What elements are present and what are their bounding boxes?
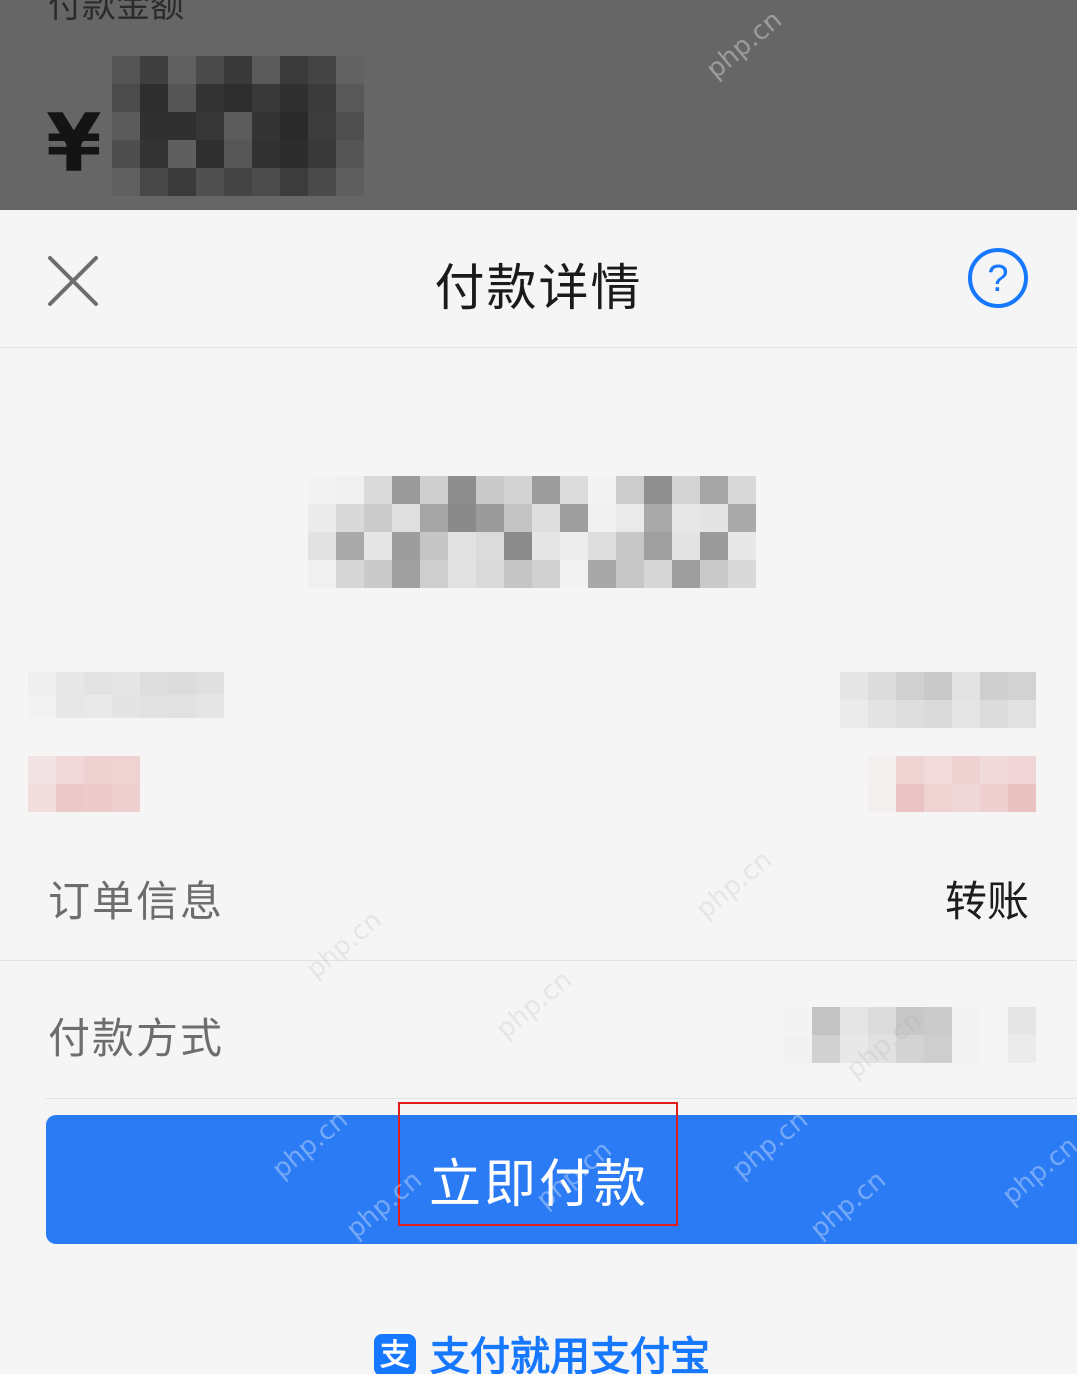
redacted-status-left <box>28 756 140 812</box>
footer-brand: 支 支付就用支付宝 <box>374 1334 710 1374</box>
currency-symbol: ¥ <box>46 97 102 190</box>
footer-text: 支付就用支付宝 <box>430 1334 710 1374</box>
payment-method-label: 付款方式 <box>48 1014 225 1063</box>
redacted-amount <box>112 56 364 196</box>
redacted-line-left <box>28 672 224 718</box>
order-info-label: 订单信息 <box>48 877 225 926</box>
alipay-icon: 支 <box>374 1334 416 1374</box>
svg-text:?: ? <box>987 258 1008 300</box>
redacted-payee <box>308 476 756 588</box>
highlight-annotation <box>398 1102 678 1226</box>
redacted-line-right <box>840 672 1036 728</box>
order-info-value: 转账 <box>944 877 1029 926</box>
redacted-status-right <box>868 756 1036 812</box>
sheet-header: 付款详情 ? <box>0 210 1077 348</box>
payment-method-row[interactable]: 付款方式 <box>0 961 1077 1100</box>
background-caption: 付款金额 <box>48 0 184 26</box>
redacted-payment-method <box>784 1007 1036 1063</box>
background-overlay: 付款金额 ¥ php.cn <box>0 0 1077 210</box>
help-icon[interactable]: ? <box>966 246 1030 310</box>
divider <box>46 1098 1077 1099</box>
sheet-title: 付款详情 <box>434 259 643 317</box>
order-info-row[interactable]: 订单信息 转账 <box>0 824 1077 963</box>
payment-detail-sheet: 付款详情 ? 订单信息 转账 付款方式 立即付款 支 支付就用支付宝 php.c… <box>0 210 1077 1374</box>
watermark: php.cn <box>700 5 788 85</box>
